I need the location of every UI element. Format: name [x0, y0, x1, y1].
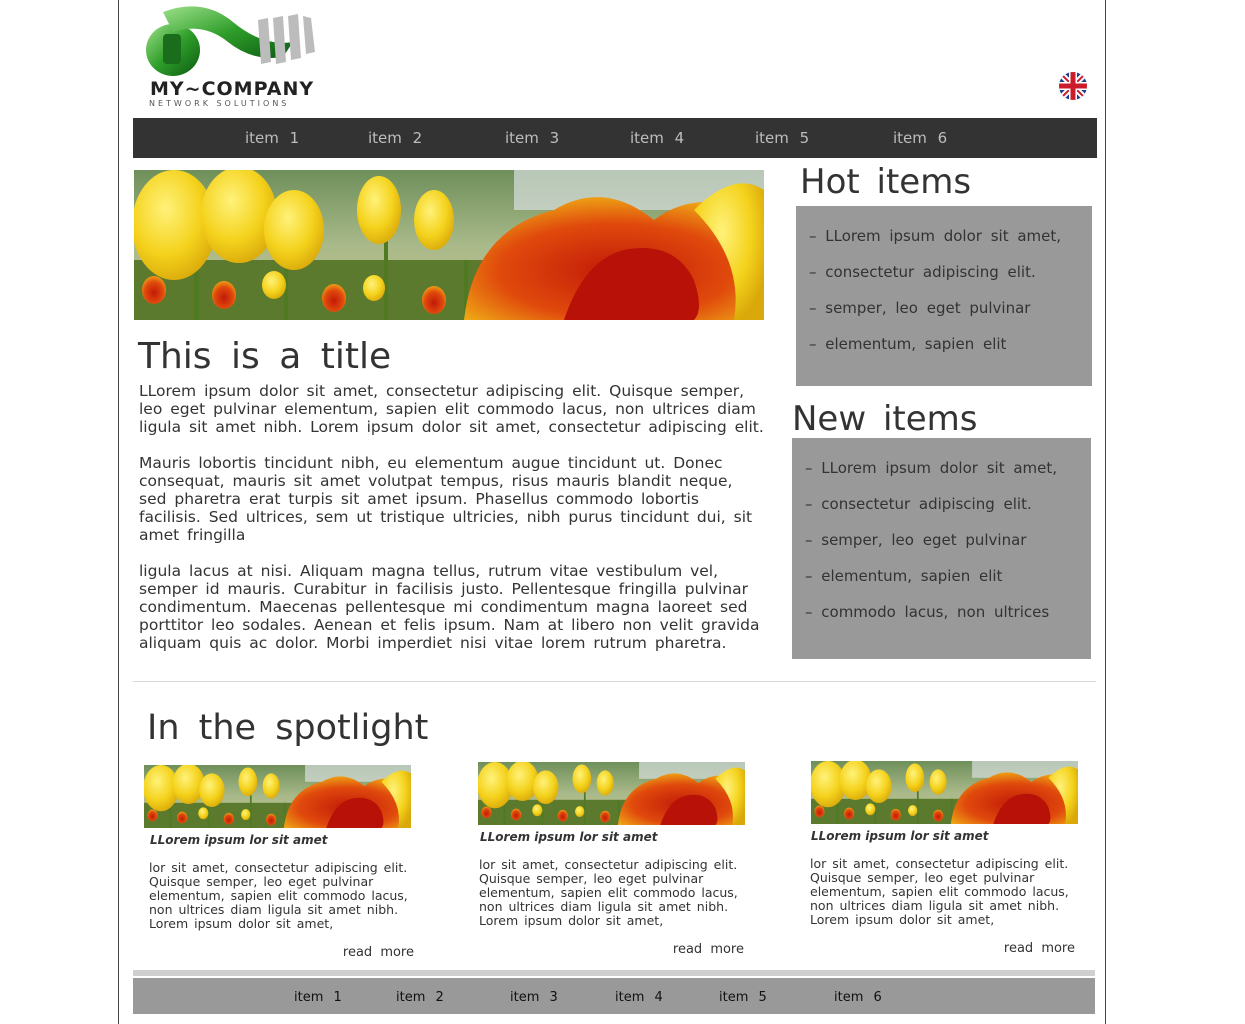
footer-nav-item-6[interactable]: item 6 [834, 990, 882, 1005]
footer-nav-item-3[interactable]: item 3 [510, 990, 558, 1005]
spotlight-card: LLorem ipsum lor sit amet lor sit amet, … [805, 761, 1078, 971]
read-more-link[interactable]: read more [673, 942, 744, 957]
hero-image [134, 170, 764, 320]
brand-tagline: NETWORK SOLUTIONS [149, 99, 290, 108]
company-logo[interactable]: MY~COMPANY NETWORK SOLUTIONS [143, 2, 328, 110]
hot-items-title: Hot items [800, 162, 972, 202]
spotlight-image [144, 765, 411, 828]
section-divider [133, 681, 1096, 682]
hot-item[interactable]: – consectetur adipiscing elit. [809, 263, 1036, 281]
footer-nav-item-2[interactable]: item 2 [396, 990, 444, 1005]
logo-emblem-icon [146, 6, 315, 76]
spotlight-title: In the spotlight [147, 708, 429, 748]
read-more-link[interactable]: read more [1004, 941, 1075, 956]
footer-divider [133, 970, 1095, 976]
card-title: LLorem ipsum lor sit amet [811, 829, 989, 843]
new-items-title: New items [792, 399, 978, 439]
card-title: LLorem ipsum lor sit amet [150, 833, 328, 847]
top-navigation: item 1 item 2 item 3 item 4 item 5 item … [133, 118, 1097, 158]
hot-item[interactable]: – elementum, sapien elit [809, 335, 1006, 353]
card-body: lor sit amet, consectetur adipiscing eli… [149, 860, 408, 931]
article-body: LLorem ipsum dolor sit amet, consectetur… [139, 382, 764, 670]
page-border-left [118, 0, 119, 1024]
footer-nav-item-5[interactable]: item 5 [719, 990, 767, 1005]
footer-navigation: item 1 item 2 item 3 item 4 item 5 item … [133, 978, 1095, 1014]
footer-nav-item-1[interactable]: item 1 [294, 990, 342, 1005]
uk-flag-icon[interactable] [1059, 72, 1087, 100]
spotlight-image [478, 762, 745, 825]
new-item[interactable]: – elementum, sapien elit [805, 567, 1002, 585]
new-item[interactable]: – LLorem ipsum dolor sit amet, [805, 459, 1057, 477]
hot-item[interactable]: – LLorem ipsum dolor sit amet, [809, 227, 1061, 245]
article-paragraph: ligula lacus at nisi. Aliquam magna tell… [139, 562, 760, 652]
article-paragraph: Mauris lobortis tincidunt nibh, eu eleme… [139, 454, 753, 544]
card-title: LLorem ipsum lor sit amet [480, 830, 658, 844]
nav-item-6[interactable]: item 6 [893, 129, 947, 147]
hot-item[interactable]: – semper, leo eget pulvinar [809, 299, 1030, 317]
new-item[interactable]: – semper, leo eget pulvinar [805, 531, 1026, 549]
article-title: This is a title [138, 336, 392, 377]
nav-item-4[interactable]: item 4 [630, 129, 684, 147]
brand-name: MY~COMPANY [150, 78, 315, 100]
nav-item-3[interactable]: item 3 [505, 129, 559, 147]
spotlight-image [811, 761, 1078, 824]
read-more-link[interactable]: read more [343, 945, 414, 960]
nav-item-5[interactable]: item 5 [755, 129, 809, 147]
footer-nav-item-4[interactable]: item 4 [615, 990, 663, 1005]
card-body: lor sit amet, consectetur adipiscing eli… [810, 856, 1069, 927]
spotlight-card: LLorem ipsum lor sit amet lor sit amet, … [474, 762, 745, 972]
spotlight-card: LLorem ipsum lor sit amet lor sit amet, … [144, 765, 414, 975]
new-item[interactable]: – commodo lacus, non ultrices [805, 603, 1049, 621]
nav-item-1[interactable]: item 1 [245, 129, 299, 147]
article-paragraph: LLorem ipsum dolor sit amet, consectetur… [139, 382, 764, 436]
new-items-box: – LLorem ipsum dolor sit amet, – consect… [792, 438, 1091, 659]
nav-item-2[interactable]: item 2 [368, 129, 422, 147]
card-body: lor sit amet, consectetur adipiscing eli… [479, 857, 738, 928]
new-item[interactable]: – consectetur adipiscing elit. [805, 495, 1032, 513]
hot-items-box: – LLorem ipsum dolor sit amet, – consect… [796, 206, 1092, 386]
page-border-right [1105, 0, 1106, 1024]
